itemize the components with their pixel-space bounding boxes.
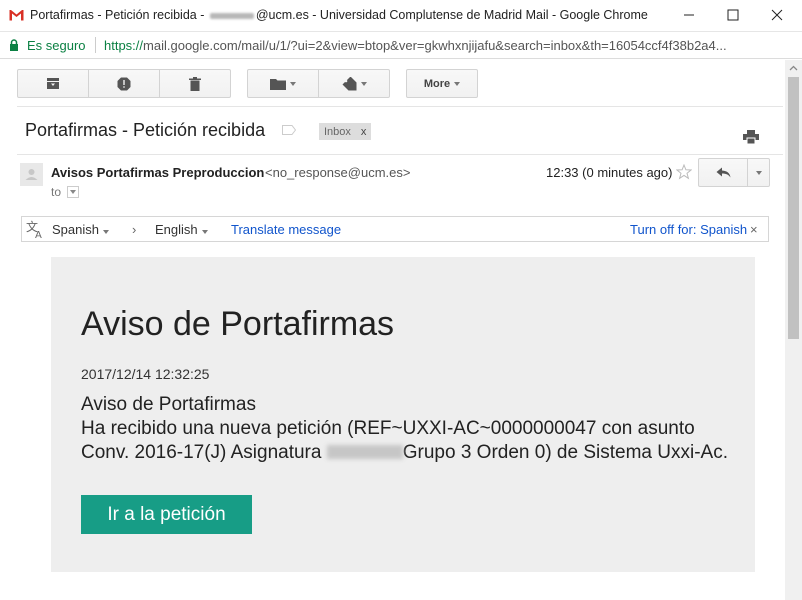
window-titlebar: Portafirmas - Petición recibida - @ucm.e… bbox=[0, 0, 802, 32]
translate-direction-arrow: › bbox=[132, 222, 137, 237]
toolbar-divider bbox=[17, 106, 783, 107]
star-icon[interactable] bbox=[676, 164, 692, 180]
default-avatar-icon bbox=[25, 169, 38, 180]
go-to-request-button[interactable]: Ir a la petición bbox=[81, 495, 252, 534]
target-language-label: English bbox=[155, 222, 198, 237]
archive-icon bbox=[47, 78, 59, 89]
move-to-button[interactable] bbox=[248, 70, 319, 97]
reply-icon bbox=[716, 167, 730, 178]
sender-email: <no_response@ucm.es> bbox=[265, 165, 411, 180]
source-language-label: Spanish bbox=[52, 222, 99, 237]
more-button[interactable]: More bbox=[407, 70, 477, 97]
close-translate-bar-button[interactable]: × bbox=[750, 222, 758, 237]
translate-icon: 文 A bbox=[26, 220, 42, 239]
url-scheme: https:// bbox=[104, 38, 144, 53]
recipient-line: to bbox=[51, 185, 80, 199]
print-icon[interactable] bbox=[743, 130, 759, 144]
message-text: Aviso de Portafirmas Ha recibido una nue… bbox=[81, 393, 731, 465]
chevron-down-icon bbox=[360, 81, 367, 86]
more-button-group: More bbox=[406, 69, 478, 98]
url-path: mail.google.com/mail/u/1/?ui=2&view=btop… bbox=[143, 38, 727, 53]
window-title: Portafirmas - Petición recibida - @ucm.e… bbox=[30, 8, 648, 22]
close-window-icon[interactable] bbox=[762, 4, 792, 26]
redacted-text bbox=[326, 445, 403, 459]
window-title-prefix: Portafirmas - Petición recibida - bbox=[30, 8, 208, 22]
scroll-up-arrow-icon[interactable] bbox=[785, 60, 802, 77]
url-field[interactable]: https://mail.google.com/mail/u/1/?ui=2&v… bbox=[104, 38, 794, 53]
email-timestamp: 12:33 (0 minutes ago) bbox=[546, 165, 673, 180]
remove-label-button[interactable]: x bbox=[361, 126, 367, 138]
chevron-down-icon bbox=[290, 81, 296, 86]
folder-icon bbox=[270, 78, 286, 90]
message-date: 2017/12/14 12:32:25 bbox=[81, 366, 210, 382]
report-spam-button[interactable] bbox=[89, 70, 160, 97]
address-separator bbox=[95, 37, 96, 53]
scrollbar-thumb[interactable] bbox=[788, 77, 799, 339]
move-label-button-group bbox=[247, 69, 390, 98]
maximize-icon[interactable] bbox=[718, 4, 748, 26]
chevron-down-icon bbox=[755, 170, 762, 175]
message-line-2b: Grupo 3 Orden 0) de Sistema Uxxi-Ac. bbox=[402, 442, 728, 463]
labels-button[interactable] bbox=[319, 70, 389, 97]
trash-icon bbox=[189, 76, 201, 91]
message-paragraph: Ha recibido una nueva petición (REF~UXXI… bbox=[81, 417, 731, 465]
subject-divider bbox=[17, 154, 783, 155]
svg-text:A: A bbox=[35, 230, 42, 239]
lock-icon bbox=[10, 39, 18, 51]
more-actions-button[interactable] bbox=[748, 159, 769, 186]
chevron-down-icon bbox=[70, 190, 77, 194]
message-body: Aviso de Portafirmas 2017/12/14 12:32:25… bbox=[51, 257, 755, 572]
label-tag-icon bbox=[342, 76, 356, 90]
translate-bar: 文 A Spanish › English Translate message … bbox=[21, 216, 769, 242]
minimize-icon[interactable] bbox=[674, 4, 704, 26]
address-bar[interactable]: Es seguro https://mail.google.com/mail/u… bbox=[0, 32, 802, 59]
chevron-down-icon bbox=[454, 81, 461, 86]
message-line-1: Aviso de Portafirmas bbox=[81, 394, 256, 415]
reply-button-group bbox=[698, 158, 770, 187]
reply-button[interactable] bbox=[699, 159, 748, 186]
more-button-label: More bbox=[423, 77, 451, 90]
report-spam-icon bbox=[117, 77, 131, 90]
sender-name[interactable]: Avisos Portafirmas Preproduccion bbox=[51, 165, 264, 180]
email-subject: Portafirmas - Petición recibida bbox=[25, 120, 266, 140]
target-language-select[interactable]: English bbox=[155, 222, 208, 237]
redacted-text bbox=[209, 12, 254, 19]
to-label: to bbox=[51, 185, 62, 199]
importance-marker-icon[interactable] bbox=[282, 125, 296, 135]
secure-label[interactable]: Es seguro bbox=[27, 38, 86, 53]
avatar[interactable] bbox=[20, 163, 43, 186]
message-heading: Aviso de Portafirmas bbox=[81, 305, 395, 343]
archive-button[interactable] bbox=[18, 70, 89, 97]
gmail-logo-icon bbox=[9, 9, 24, 21]
chevron-down-icon bbox=[201, 230, 208, 234]
translate-message-link[interactable]: Translate message bbox=[231, 222, 341, 237]
show-details-button[interactable] bbox=[67, 186, 80, 198]
turn-off-translation-link[interactable]: Turn off for: Spanish bbox=[630, 222, 747, 237]
action-button-group bbox=[17, 69, 231, 98]
delete-button[interactable] bbox=[160, 70, 230, 97]
inbox-label-text: Inbox bbox=[324, 125, 351, 138]
source-language-select[interactable]: Spanish bbox=[52, 222, 109, 237]
chevron-down-icon bbox=[102, 230, 109, 234]
inbox-label-chip[interactable]: Inbox x bbox=[319, 123, 372, 140]
window-title-suffix: @ucm.es - Universidad Complutense de Mad… bbox=[255, 8, 648, 22]
